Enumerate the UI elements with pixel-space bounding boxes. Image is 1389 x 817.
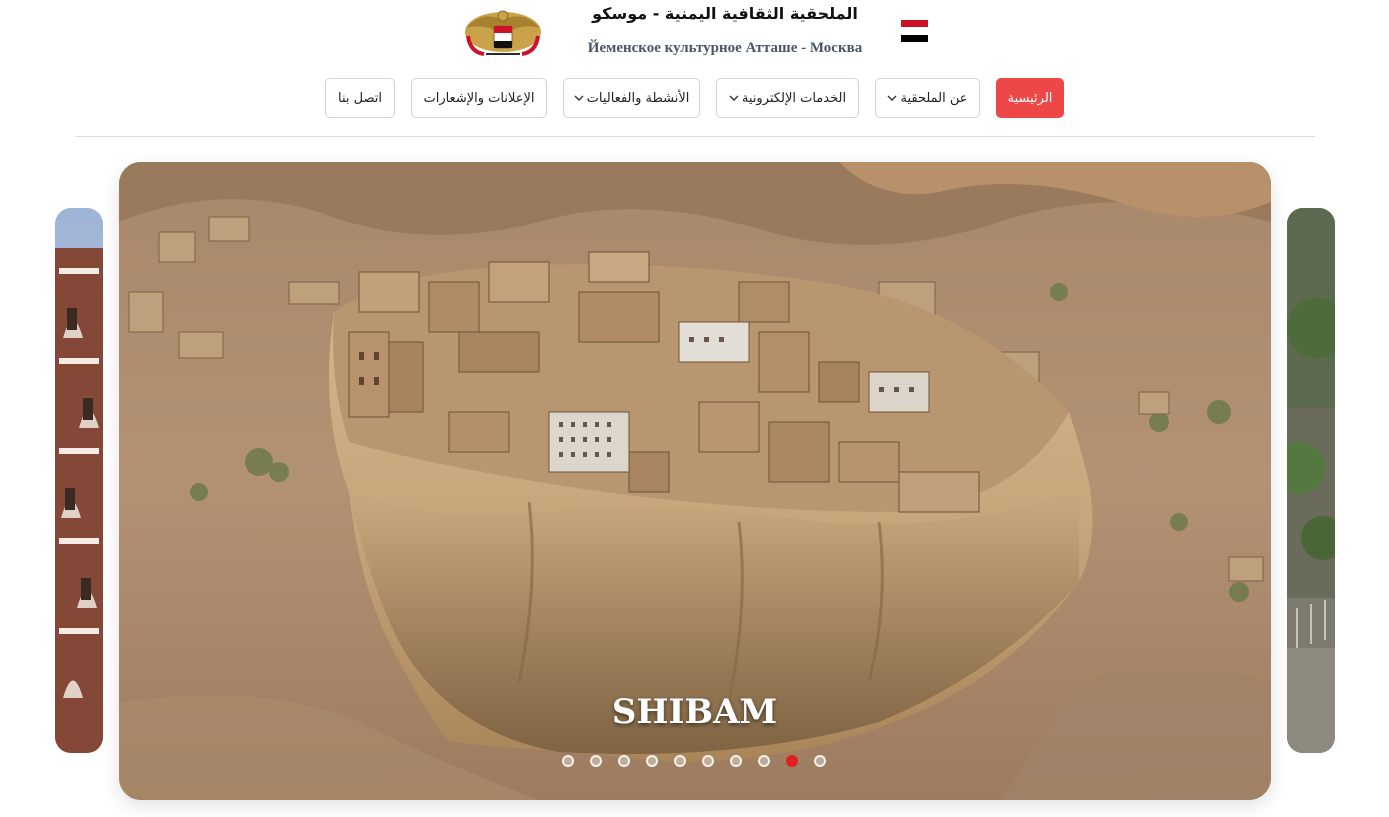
slider-dot[interactable] (618, 755, 630, 767)
slider-dot[interactable] (646, 755, 658, 767)
site-title-arabic: الملحقية الثقافية اليمنية - موسكو (592, 4, 858, 23)
nav-contact-label: اتصل بنا (338, 90, 382, 106)
header-divider (75, 136, 1315, 137)
slider-dot[interactable] (730, 755, 742, 767)
slider-dot[interactable] (758, 755, 770, 767)
nav-about-label: عن الملحقية (900, 90, 968, 106)
nav-home-label: الرئيسية (1007, 90, 1053, 106)
site-title-russian: Йеменское культурное Атташе - Москва (587, 40, 863, 56)
nav-contact-button[interactable]: اتصل بنا (325, 78, 395, 118)
nav-about-dropdown[interactable]: عن الملحقية (875, 78, 980, 118)
nav-activities-label: الأنشطة والفعاليات (586, 90, 690, 106)
nav-eservices-dropdown[interactable]: الخدمات الإلكترونية (716, 78, 859, 118)
slide-next-image (1287, 208, 1335, 753)
slide-prev-preview[interactable] (55, 208, 103, 753)
nav-home-button[interactable]: الرئيسية (996, 78, 1064, 118)
slider-dot[interactable] (674, 755, 686, 767)
chevron-down-icon (729, 95, 739, 101)
chevron-down-icon (574, 95, 584, 101)
slider-dot[interactable] (562, 755, 574, 767)
nav-announcements-label: الإعلانات والإشعارات (423, 90, 535, 106)
slider-dot[interactable] (814, 755, 826, 767)
nav-activities-dropdown[interactable]: الأنشطة والفعاليات (563, 78, 700, 118)
yemen-flag-icon (901, 20, 928, 42)
page: الملحقية الثقافية اليمنية - موسكو Йеменс… (0, 0, 1389, 817)
slider-dot-active[interactable] (786, 755, 798, 767)
slide-prev-image (55, 208, 103, 753)
nav-eservices-label: الخدمات الإلكترونية (741, 90, 847, 106)
chevron-down-icon (887, 95, 897, 101)
yemen-emblem-icon[interactable] (462, 6, 544, 58)
slider-dot[interactable] (590, 755, 602, 767)
site-header: الملحقية الثقافية اليمنية - موسكو Йеменс… (0, 0, 1389, 70)
slide-next-preview[interactable] (1287, 208, 1335, 753)
slider-dot[interactable] (702, 755, 714, 767)
nav-announcements-button[interactable]: الإعلانات والإشعارات (411, 78, 547, 118)
slide-caption: SHIBAM (611, 692, 778, 732)
slider-pagination (562, 755, 828, 769)
main-nav: الرئيسية عن الملحقية الخدمات الإلكترونية… (0, 78, 1389, 120)
